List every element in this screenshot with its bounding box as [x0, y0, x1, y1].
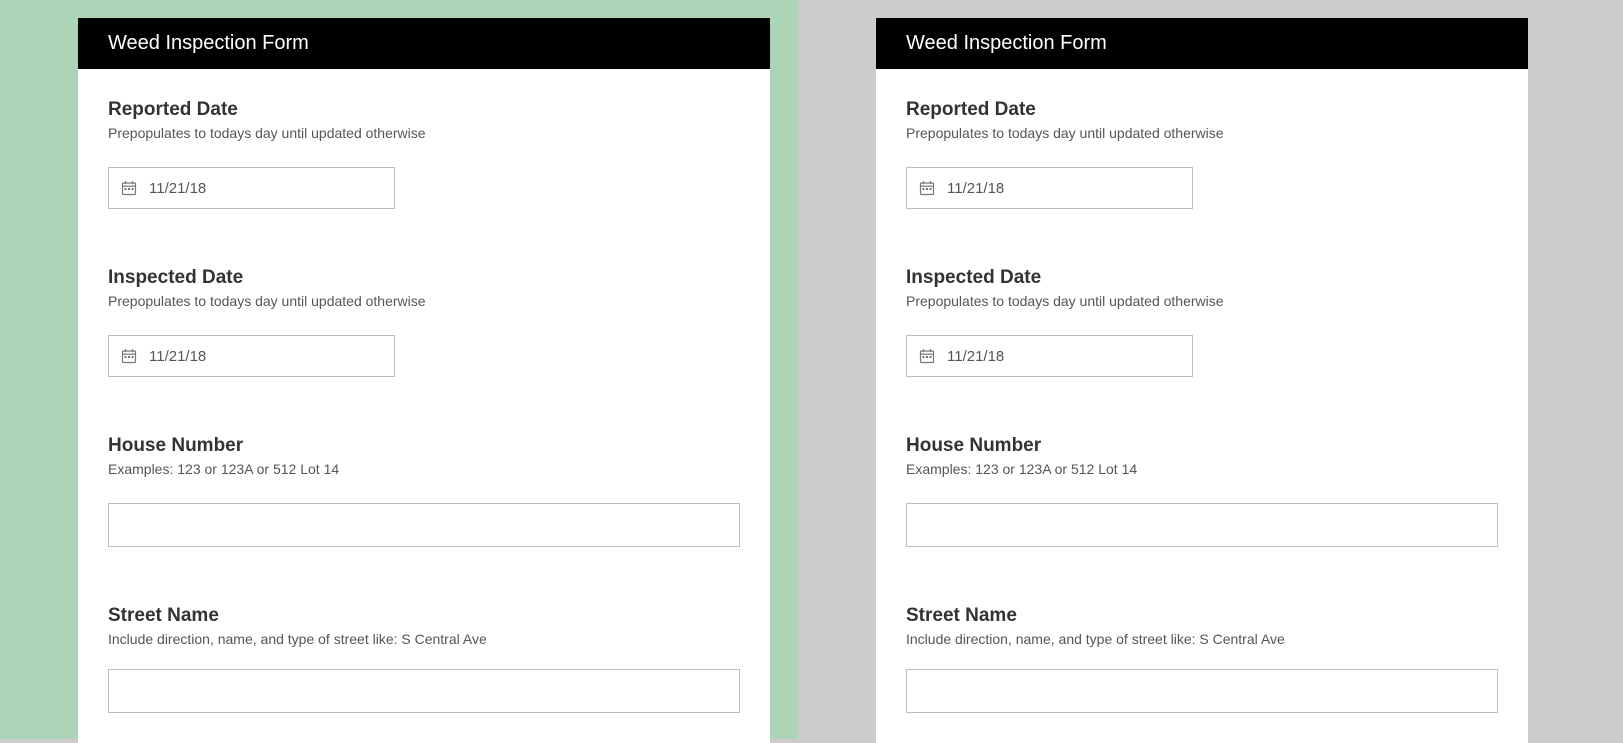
house-number-input[interactable]: [108, 503, 740, 547]
form-body: Reported Date Prepopulates to todays day…: [876, 69, 1528, 743]
inspected-date-input-wrapper[interactable]: [906, 335, 1193, 377]
right-panel: Weed Inspection Form Reported Date Prepo…: [798, 0, 1623, 739]
street-name-group: Street Name Include direction, name, and…: [906, 605, 1498, 713]
house-number-group: House Number Examples: 123 or 123A or 51…: [906, 435, 1498, 547]
form-title: Weed Inspection Form: [78, 18, 770, 69]
inspected-date-hint: Prepopulates to todays day until updated…: [906, 293, 1498, 309]
inspected-date-group: Inspected Date Prepopulates to todays da…: [906, 267, 1498, 377]
form-title: Weed Inspection Form: [876, 18, 1528, 69]
inspected-date-hint: Prepopulates to todays day until updated…: [108, 293, 740, 309]
house-number-hint: Examples: 123 or 123A or 512 Lot 14: [108, 461, 740, 477]
street-name-group: Street Name Include direction, name, and…: [108, 605, 740, 713]
street-name-hint: Include direction, name, and type of str…: [108, 631, 740, 647]
reported-date-label: Reported Date: [108, 99, 740, 121]
reported-date-input[interactable]: [149, 180, 382, 197]
house-number-hint: Examples: 123 or 123A or 512 Lot 14: [906, 461, 1498, 477]
inspected-date-input[interactable]: [149, 348, 382, 365]
inspected-date-input[interactable]: [947, 348, 1180, 365]
calendar-icon: [121, 180, 137, 196]
reported-date-label: Reported Date: [906, 99, 1498, 121]
reported-date-group: Reported Date Prepopulates to todays day…: [108, 99, 740, 209]
house-number-label: House Number: [906, 435, 1498, 457]
house-number-label: House Number: [108, 435, 740, 457]
reported-date-hint: Prepopulates to todays day until updated…: [906, 125, 1498, 141]
inspected-date-input-wrapper[interactable]: [108, 335, 395, 377]
street-name-input[interactable]: [108, 669, 740, 713]
weed-inspection-form: Weed Inspection Form Reported Date Prepo…: [78, 18, 770, 743]
inspected-date-label: Inspected Date: [108, 267, 740, 289]
form-body: Reported Date Prepopulates to todays day…: [78, 69, 770, 743]
inspected-date-label: Inspected Date: [906, 267, 1498, 289]
street-name-hint: Include direction, name, and type of str…: [906, 631, 1498, 647]
reported-date-hint: Prepopulates to todays day until updated…: [108, 125, 740, 141]
left-panel: Weed Inspection Form Reported Date Prepo…: [0, 0, 798, 739]
street-name-label: Street Name: [906, 605, 1498, 627]
street-name-label: Street Name: [108, 605, 740, 627]
reported-date-input-wrapper[interactable]: [906, 167, 1193, 209]
reported-date-group: Reported Date Prepopulates to todays day…: [906, 99, 1498, 209]
house-number-input[interactable]: [906, 503, 1498, 547]
house-number-group: House Number Examples: 123 or 123A or 51…: [108, 435, 740, 547]
reported-date-input[interactable]: [947, 180, 1180, 197]
calendar-icon: [919, 180, 935, 196]
street-name-input[interactable]: [906, 669, 1498, 713]
reported-date-input-wrapper[interactable]: [108, 167, 395, 209]
calendar-icon: [121, 348, 137, 364]
inspected-date-group: Inspected Date Prepopulates to todays da…: [108, 267, 740, 377]
calendar-icon: [919, 348, 935, 364]
weed-inspection-form: Weed Inspection Form Reported Date Prepo…: [876, 18, 1528, 743]
